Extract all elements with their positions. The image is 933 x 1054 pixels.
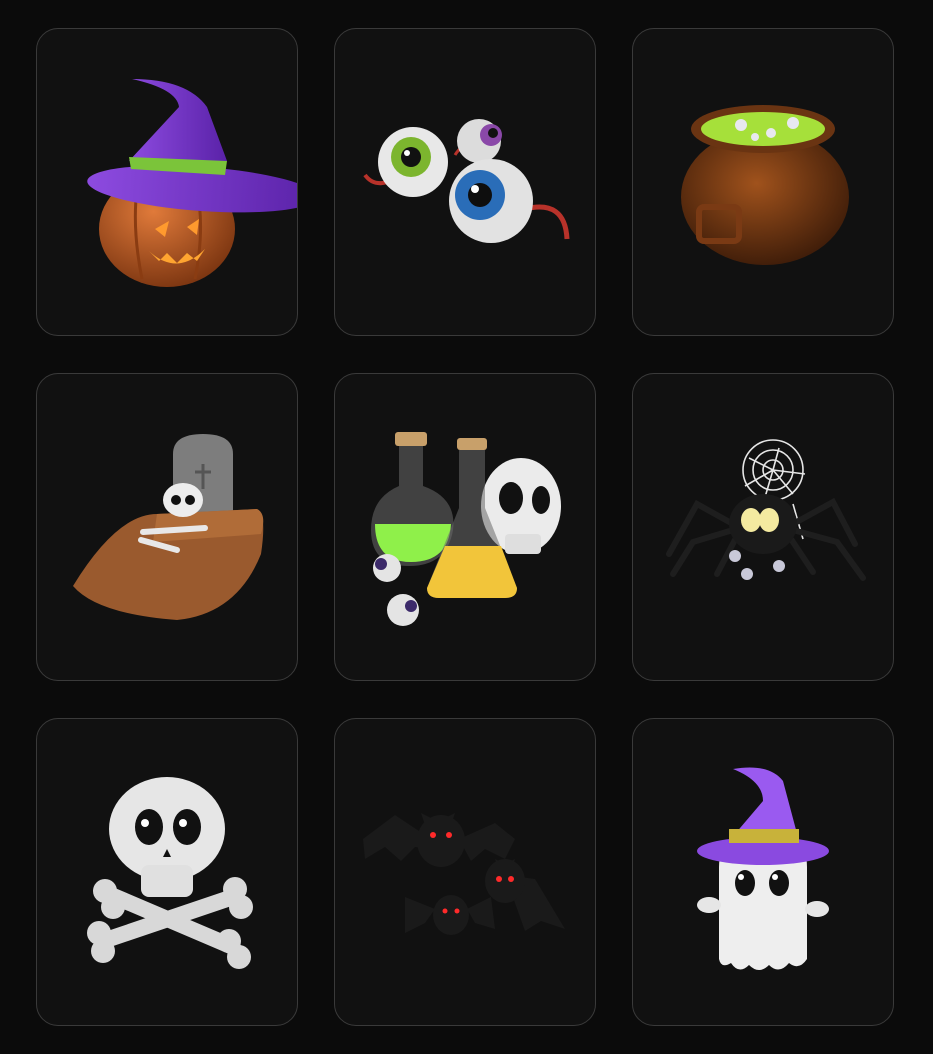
- card-grave[interactable]: [36, 373, 298, 681]
- card-ghost[interactable]: [632, 718, 894, 1026]
- spider-web-icon: [666, 439, 866, 581]
- card-cauldron[interactable]: [632, 28, 894, 336]
- card-bats[interactable]: [334, 718, 596, 1026]
- card-skull[interactable]: [36, 718, 298, 1026]
- grave-skull-icon: [73, 434, 264, 620]
- skull-crossbones-icon: [87, 777, 253, 969]
- card-spider[interactable]: [632, 373, 894, 681]
- cauldron-icon: [681, 105, 849, 265]
- card-eyeballs[interactable]: [334, 28, 596, 336]
- card-pumpkin[interactable]: [36, 28, 298, 336]
- card-potions[interactable]: [334, 373, 596, 681]
- potions-skull-icon: [371, 432, 561, 626]
- ghost-witch-hat-icon: [697, 767, 829, 970]
- bats-icon: [363, 813, 565, 935]
- pumpkin-witch-hat-icon: [87, 79, 297, 287]
- eyeballs-icon: [363, 119, 570, 243]
